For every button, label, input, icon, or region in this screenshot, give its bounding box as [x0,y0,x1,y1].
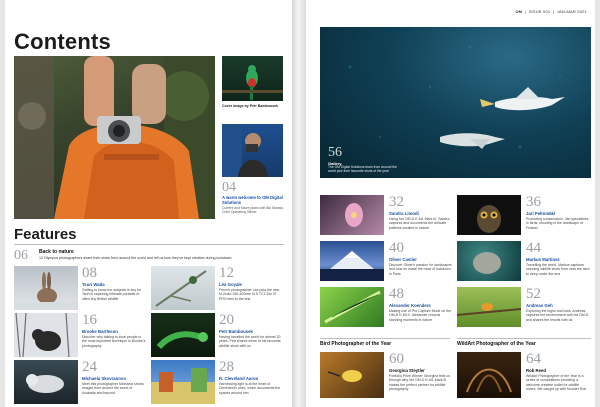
article-number: 36 [526,194,541,210]
feature-thumb-bear [14,313,78,357]
feature-text: Discover why talking to local people is … [82,335,146,348]
article-thumb-leaf [320,287,384,327]
article-name: Andreas Geh [526,303,553,308]
article-number: 32 [389,194,404,210]
feature-thumb-street [151,360,215,404]
article-number: 44 [526,240,541,256]
article-item[interactable]: 40 Oliver Castier Discover Oliver's pass… [320,241,454,285]
bird-text: Portfolio Prize Winner Georgina tells us… [389,374,451,391]
article-name: Sandra Limodi [389,211,419,216]
feature-number: 16 [82,312,97,328]
gallery-number: 56 [328,145,342,160]
article-name: Jari Peltomäki [526,211,556,216]
welcome-title: A warm welcome to OM Digital Solutions [222,195,283,205]
feature-item[interactable]: 08 Tsuri Wada Getting to know her subjec… [14,266,148,312]
back-to-nature-text: 12 Olympus photographers share their sho… [39,256,232,260]
article-thumb-bird-branch [457,287,521,327]
feature-text: Meet this photographer Michaela shows im… [82,382,144,395]
article-text: Discover Oliver's passion for landscapes… [389,263,452,276]
article-text: Making use of Pro Capture Mode on the OM… [389,309,452,322]
feature-name: Brooke Bartleson [82,329,118,334]
article-number: 40 [389,240,404,256]
wildart-text: WildArt Photographer of the Year is a se… [526,374,587,391]
feature-item[interactable]: 20 Petr Bambousek Having travelled the w… [151,313,285,359]
feature-name: Tsuri Wada [82,282,105,287]
feature-number: 20 [219,312,234,328]
cover-image-bird [222,56,283,101]
feature-item[interactable]: 16 Brooke Bartleson Discover why talking… [14,313,148,359]
main-photo-camera-backpack [14,56,215,219]
issue-label: ISSUE 001 [528,9,551,14]
features-divider [14,244,284,245]
wildart-article[interactable]: 64 Rob Reed WildArt Photographer of the … [457,352,591,402]
wildart-section-title: WildArt Photographer of the Year [457,341,536,347]
article-item[interactable]: 52 Andreas Geh Exploring the highs and l… [457,287,591,331]
article-item[interactable]: 44 Markus Martinez Travelling the world,… [457,241,591,285]
article-thumb-owl [457,195,521,235]
bird-section-title: Bird Photographer of the Year [320,341,392,347]
feature-thumb-seal [14,360,78,404]
wildart-number: 64 [526,351,541,367]
article-text: Travelling the world, Markus captures st… [526,263,590,276]
right-page: OM | ISSUE 001 | JAN-MAR 2021 56 Gallery… [306,0,595,407]
article-text: Using her OM-D E-M1 Mark III, Sandra cap… [389,217,450,230]
feature-name: Petr Bambousek [219,329,253,334]
back-to-nature-number: 06 [14,248,28,263]
magazine-spread: Contents Cover image by Petr Bambousek 0… [0,0,600,407]
article-text: Exploring the highs and lows, Andreas ca… [526,309,589,322]
features-title: Features [14,226,77,243]
feature-item[interactable]: 24 Michaela Skovranova Meet this photogr… [14,360,148,406]
gallery-text: The OM Digital Solutions team from aroun… [328,165,397,173]
feature-item[interactable]: 28 R. Cleveland Aaron Harnessing light i… [151,360,285,406]
issue-header: OM | ISSUE 001 | JAN-MAR 2021 [515,9,587,14]
article-thumb-manatee [457,241,521,281]
spine [292,0,306,407]
brand-label: OM [515,9,523,14]
wildart-thumb [457,352,521,398]
wildart-section-divider [457,338,591,339]
feature-thumb-branches [151,266,215,310]
article-item[interactable]: 48 Alexander Koenders Making use of Pro … [320,287,454,331]
feature-number: 08 [82,265,97,281]
bird-thumb [320,352,384,398]
feature-item[interactable]: 12 Léa Goyale French photographer Léa pu… [151,266,285,312]
article-number: 48 [389,286,404,302]
feature-text: Having travelled the world for almost 20… [219,335,281,348]
bird-article[interactable]: 60 Georgina Steytler Portfolio Prize Win… [320,352,454,402]
feature-number: 24 [82,359,97,375]
article-number: 52 [526,286,541,302]
article-text: Promoting conservation, Jari specialises… [526,217,589,230]
feature-name: Léa Goyale [219,282,242,287]
feature-number: 12 [219,265,234,281]
bird-name: Georgina Steytler [389,368,425,373]
article-thumb-fuji [320,241,384,281]
feature-text: Harnessing light is at the heart of Clev… [219,382,281,395]
feature-name: Michaela Skovranova [82,376,126,381]
article-item[interactable]: 36 Jari Peltomäki Promoting conservation… [457,195,591,239]
gallery-photo-gannet [320,27,591,178]
left-page: Contents Cover image by Petr Bambousek 0… [5,0,292,407]
welcome-number: 04 [222,180,236,195]
bird-number: 60 [389,351,404,367]
back-to-nature-title: Back to nature [39,249,74,255]
article-name: Alexander Koenders [389,303,431,308]
feature-number: 28 [219,359,234,375]
wildart-name: Rob Reed [526,368,547,373]
contents-title: Contents [14,29,111,54]
feature-thumb-lizard [151,313,215,357]
bird-section-divider [320,338,450,339]
feature-text: French photographer Léa puts the new M.Z… [219,288,280,301]
cover-caption: Cover image by Petr Bambousek [222,104,279,108]
article-thumb-flower [320,195,384,235]
welcome-photo-person [222,124,283,177]
article-name: Oliver Castier [389,257,417,262]
article-item[interactable]: 32 Sandra Limodi Using her OM-D E-M1 Mar… [320,195,454,239]
feature-text: Getting to know her subjects is key for … [82,288,142,301]
feature-name: R. Cleveland Aaron [219,376,259,381]
article-name: Markus Martinez [526,257,560,262]
feature-thumb-hare [14,266,78,310]
welcome-text: Current and future plans with Aki Murata… [222,206,284,215]
date-label: JAN-MAR 2021 [556,9,587,14]
